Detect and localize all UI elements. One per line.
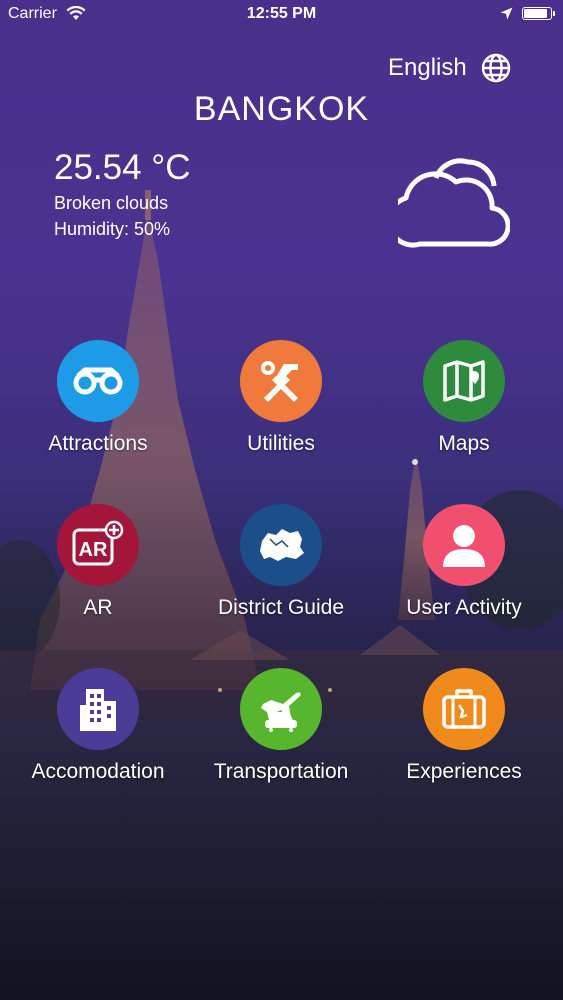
globe-icon[interactable] [481, 53, 511, 83]
svg-text:AR: AR [79, 539, 108, 561]
city-title: BANGKOK [193, 90, 370, 128]
cloud-icon [386, 156, 511, 253]
menu-item-label: User Activity [406, 596, 522, 619]
menu-item-label: Experiences [406, 760, 522, 783]
menu-item-user-activity[interactable]: User Activity [369, 504, 559, 620]
luggage-icon[interactable] [423, 668, 505, 750]
menu-item-label: Utilities [247, 432, 315, 455]
building-icon[interactable] [57, 668, 139, 750]
menu-item-label: Attractions [48, 432, 148, 455]
status-bar: Carrier 12:55 PM [0, 0, 563, 30]
menu-item-label: Maps [438, 432, 490, 455]
humidity: Humidity: 50% [54, 219, 171, 239]
location-arrow-icon [500, 7, 513, 25]
status-time: 12:55 PM [246, 5, 317, 22]
user-icon[interactable] [423, 504, 505, 586]
menu-item-transportation[interactable]: Transportation [186, 668, 376, 784]
temperature: 25.54 °C [54, 148, 191, 187]
menu-item-accomodation[interactable]: Accomodation [3, 668, 193, 784]
menu-item-utilities[interactable]: Utilities [186, 340, 376, 456]
battery-icon [522, 7, 555, 20]
menu-item-label: Accomodation [31, 760, 165, 783]
app-screen: Carrier 12:55 PM English BANGKOK 25.54 °… [0, 0, 563, 1000]
menu-item-label: AR [83, 596, 113, 619]
battery-fill [524, 9, 547, 18]
menu-item-district-guide[interactable]: District Guide [186, 504, 376, 620]
language-selector[interactable]: English [388, 50, 511, 86]
district-map-icon[interactable] [240, 504, 322, 586]
binoculars-icon[interactable] [57, 340, 139, 422]
weather-panel: 25.54 °C Broken clouds Humidity: 50% [54, 147, 191, 243]
tools-icon[interactable] [240, 340, 322, 422]
language-label: English [388, 54, 467, 81]
weather-condition: Broken clouds [54, 193, 169, 213]
menu-item-maps[interactable]: Maps [369, 340, 559, 456]
plane-car-icon[interactable] [240, 668, 322, 750]
menu-item-attractions[interactable]: Attractions [3, 340, 193, 456]
menu-item-label: Transportation [213, 760, 349, 783]
menu-item-experiences[interactable]: Experiences [369, 668, 559, 784]
menu-item-label: District Guide [217, 596, 345, 619]
menu-item-ar[interactable]: AR AR [3, 504, 193, 620]
map-icon[interactable] [423, 340, 505, 422]
ar-icon[interactable]: AR [57, 504, 139, 586]
